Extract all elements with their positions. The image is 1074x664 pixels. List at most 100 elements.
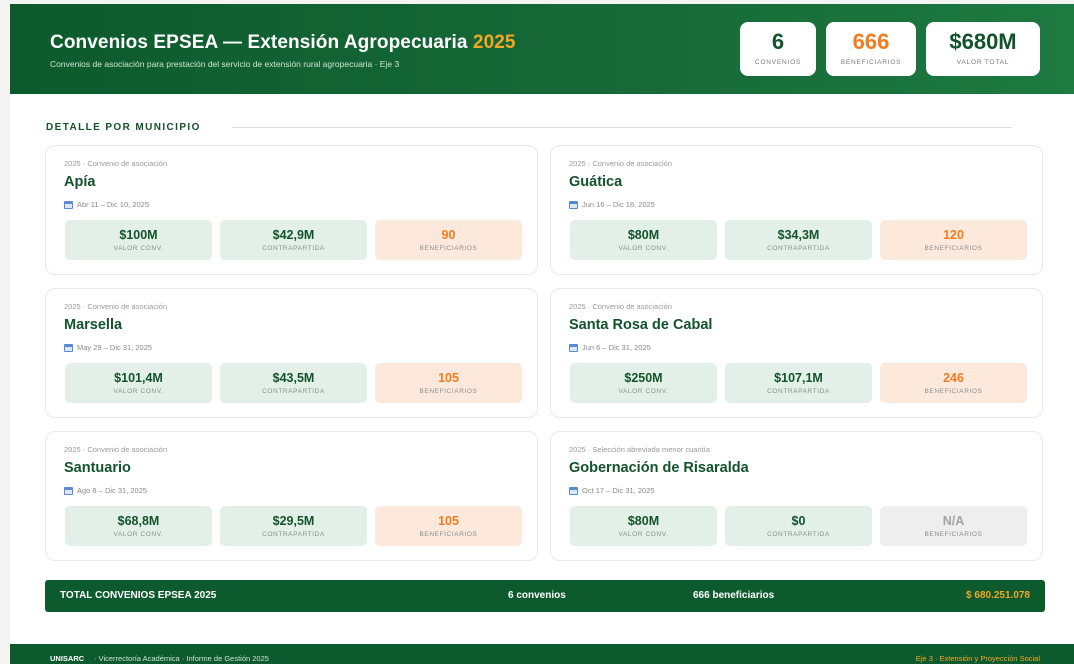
kpi-label: BENEFICIARIOS [840,59,902,66]
card-santuario: 2025 · Convenio de asociación Santuario … [45,431,538,561]
stat-beneficiarios: N/A BENEFICIARIOS [880,506,1027,546]
total-amount: $ 680.251.078 [966,590,1030,601]
stat-label: VALOR CONV. [113,531,164,538]
stat-beneficiarios: 246 BENEFICIARIOS [880,363,1027,403]
stat-value: $43,5M [272,371,315,385]
stat-beneficiarios: 105 BENEFICIARIOS [375,363,522,403]
stat-value: $101,4M [114,371,163,385]
card-marsella: 2025 · Convenio de asociación Marsella M… [45,288,538,418]
stat-label: VALOR CONV. [113,245,164,252]
page-title: Convenios EPSEA — Extensión Agropecuaria… [50,32,516,54]
stat-valor-conv: $101,4M VALOR CONV. [65,363,212,403]
stat-label: BENEFICIARIOS [924,245,983,252]
total-bar: TOTAL CONVENIOS EPSEA 2025 6 convenios 6… [45,580,1045,612]
stat-value: $250M [624,371,663,385]
card-gobernacion-de-risaralda: 2025 · Selección abreviada menor cuantía… [550,431,1043,561]
card-date: Oct 17 – Dic 31, 2025 [569,486,655,495]
calendar-icon [569,343,578,352]
card-tag: 2025 · Convenio de asociación [64,445,167,454]
card-municipio-name: Marsella [64,317,123,333]
card-date: Jun 16 – Dic 16, 2025 [569,200,655,209]
stat-label: CONTRAPARTIDA [767,531,830,538]
card-guatica: 2025 · Convenio de asociación Guática Ju… [550,145,1043,275]
report-page: Convenios EPSEA — Extensión Agropecuaria… [10,4,1074,664]
stat-label: CONTRAPARTIDA [262,531,325,538]
stat-value: 246 [943,371,964,385]
stat-value: 120 [943,228,964,242]
card-tag: 2025 · Selección abreviada menor cuantía [569,445,710,454]
card-date: Abr 11 – Dic 10, 2025 [64,200,149,209]
stat-value: $29,5M [272,514,315,528]
card-date-text: Jun 6 – Dic 31, 2025 [582,343,651,352]
stat-contrapartida: $29,5M CONTRAPARTIDA [220,506,367,546]
card-santa-rosa-de-cabal: 2025 · Convenio de asociación Santa Rosa… [550,288,1043,418]
stat-contrapartida: $42,9M CONTRAPARTIDA [220,220,367,260]
card-date: Ago 8 – Dic 31, 2025 [64,486,147,495]
footer-right: Eje 3 · Extensión y Proyección Social [915,654,1040,663]
kpi-label: VALOR TOTAL [956,59,1010,66]
kpi-value: $680M [949,29,1017,54]
stat-value: $0 [791,514,806,528]
stat-label: VALOR CONV. [113,388,164,395]
stat-beneficiarios: 120 BENEFICIARIOS [880,220,1027,260]
card-date-text: Jun 16 – Dic 16, 2025 [582,200,655,209]
card-date-text: Oct 17 – Dic 31, 2025 [582,486,655,495]
stat-valor-conv: $80M VALOR CONV. [570,506,717,546]
stat-label: VALOR CONV. [618,245,669,252]
stat-value: 105 [438,371,459,385]
stat-beneficiarios: 90 BENEFICIARIOS [375,220,522,260]
stat-valor-conv: $68,8M VALOR CONV. [65,506,212,546]
stat-label: BENEFICIARIOS [419,245,478,252]
kpi-beneficiarios: 666 BENEFICIARIOS [826,22,916,76]
stat-value: $80M [627,228,660,242]
stat-value: N/A [942,514,965,528]
card-municipio-name: Santuario [64,460,131,476]
total-beneficiarios: 666 beneficiarios [693,590,775,601]
page-title-year: 2025 [472,32,516,53]
card-date: May 29 – Dic 31, 2025 [64,343,152,352]
stat-label: VALOR CONV. [618,388,669,395]
stat-value: $80M [627,514,660,528]
card-municipio-name: Apía [64,174,96,190]
total-label: TOTAL CONVENIOS EPSEA 2025 [60,590,217,601]
calendar-icon [64,200,73,209]
stat-value: $100M [119,228,158,242]
stat-valor-conv: $100M VALOR CONV. [65,220,212,260]
calendar-icon [64,343,73,352]
page-subtitle: Convenios de asociación para prestación … [50,59,400,69]
stat-label: CONTRAPARTIDA [767,388,830,395]
stat-contrapartida: $43,5M CONTRAPARTIDA [220,363,367,403]
stat-label: BENEFICIARIOS [924,531,983,538]
card-municipio-name: Guática [569,174,623,190]
card-tag: 2025 · Convenio de asociación [64,302,167,311]
stat-valor-conv: $80M VALOR CONV. [570,220,717,260]
stat-value: $42,9M [272,228,315,242]
stat-value: $68,8M [117,514,160,528]
header-banner: Convenios EPSEA — Extensión Agropecuaria… [10,4,1074,94]
stat-contrapartida: $34,3M CONTRAPARTIDA [725,220,872,260]
stat-label: BENEFICIARIOS [419,531,478,538]
footer-text: · Vicerrectoría Académica · Informe de G… [94,654,269,663]
stat-value: 90 [441,228,456,242]
section-divider [232,127,1012,128]
stat-value: $107,1M [774,371,823,385]
stat-label: BENEFICIARIOS [419,388,478,395]
section-title: DETALLE POR MUNICIPIO [46,122,201,133]
card-date-text: Abr 11 – Dic 10, 2025 [77,200,149,209]
card-date-text: Ago 8 – Dic 31, 2025 [77,486,148,495]
stat-label: CONTRAPARTIDA [262,245,325,252]
card-apia: 2025 · Convenio de asociación Apía Abr 1… [45,145,538,275]
total-convenios: 6 convenios [508,590,566,601]
calendar-icon [64,486,73,495]
stat-contrapartida: $107,1M CONTRAPARTIDA [725,363,872,403]
stat-contrapartida: $0 CONTRAPARTIDA [725,506,872,546]
card-date-text: May 29 – Dic 31, 2025 [77,343,153,352]
kpi-label: CONVENIOS [754,59,802,66]
card-tag: 2025 · Convenio de asociación [569,159,672,168]
page-title-text: Convenios EPSEA — Extensión Agropecuaria [50,32,468,53]
calendar-icon [569,200,578,209]
card-municipio-name: Santa Rosa de Cabal [569,317,713,333]
stat-label: CONTRAPARTIDA [262,388,325,395]
footer-brand: UNISARC [50,654,85,663]
footer: UNISARC · Vicerrectoría Académica · Info… [10,644,1074,664]
